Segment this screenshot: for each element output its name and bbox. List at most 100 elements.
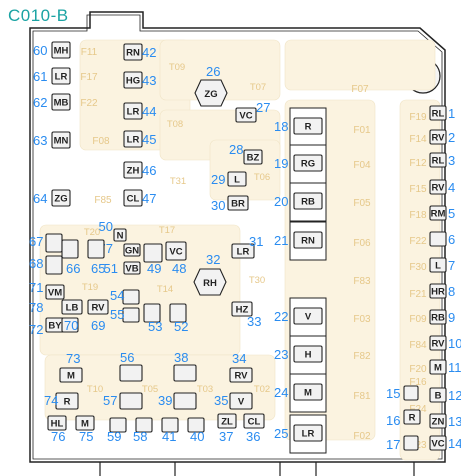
fuse-label-f05: F05 <box>353 198 371 209</box>
connector-74: R <box>55 392 79 410</box>
connector-code-9: RB <box>431 313 445 324</box>
connector-body-15 <box>403 385 419 401</box>
pin-number-8: 8 <box>448 284 455 299</box>
pin-number-74: 74 <box>44 393 58 408</box>
fuse-label-f17: F17 <box>80 72 98 83</box>
connector-66 <box>61 239 79 259</box>
relay-label-t03: T03 <box>197 384 213 395</box>
relay-label-t05: T05 <box>142 384 158 395</box>
connector-15 <box>403 385 419 401</box>
connector-75: M <box>75 415 95 431</box>
pin-number-22: 22 <box>274 309 288 324</box>
connector-29: L <box>227 171 247 187</box>
connector-code-24: M <box>304 388 312 399</box>
connector-1: RL <box>429 105 447 121</box>
connector-code-42: RN <box>126 48 140 59</box>
connector-code-18: R <box>305 122 312 133</box>
connector-3: RL <box>429 152 447 168</box>
connector-2: RV <box>429 129 447 145</box>
connector-code-4: RV <box>431 183 445 194</box>
fuse-label-f03: F03 <box>353 314 371 325</box>
pin-number-32: 32 <box>206 252 220 267</box>
connector-60: MH <box>51 41 71 59</box>
connector-body-67 <box>45 233 63 253</box>
connector-code-46: ZH <box>127 166 140 177</box>
connector-code-51: VB <box>125 264 138 275</box>
connector-code-10: RV <box>431 339 445 350</box>
pin-number-48: 48 <box>172 261 186 276</box>
fuse-label-f84: F84 <box>409 340 427 351</box>
fuse-label-f01: F01 <box>353 125 371 136</box>
relay-label-t08: T08 <box>167 119 183 130</box>
pin-number-14: 14 <box>448 436 461 451</box>
connector-62: MB <box>51 93 71 111</box>
connector-body-66 <box>61 239 79 259</box>
connector-28: BZ <box>243 149 263 165</box>
connector-68 <box>45 255 63 275</box>
pin-number-26: 26 <box>206 64 220 79</box>
connector-code-48: VC <box>169 247 182 258</box>
fuse-label-f12: F12 <box>409 158 427 169</box>
pin-number-68: 68 <box>29 256 43 271</box>
fuse-label-f06: F06 <box>353 238 371 249</box>
pin-number-44: 44 <box>142 104 156 119</box>
connector-code-61: LR <box>55 72 68 83</box>
pin-number-29: 29 <box>211 172 225 187</box>
connector-55 <box>122 307 140 323</box>
connector-63: MN <box>51 131 71 149</box>
fuse-label-f82: F82 <box>353 351 371 362</box>
relay-label-t06: T06 <box>254 172 270 183</box>
connector-45: LR <box>123 130 143 148</box>
fuse-label-f83: F83 <box>353 276 371 287</box>
connector-code-14: VC <box>431 439 444 450</box>
connector-code-11: M <box>434 363 442 374</box>
connector-36: CL <box>243 413 265 429</box>
connector-76: HL <box>47 415 67 431</box>
connector-72: BY <box>45 317 65 333</box>
connector-49 <box>143 243 163 263</box>
connector-code-44: LR <box>127 107 140 118</box>
fuse-box-diagram: C010-B T09 T07 T08 T31 T06 T20 T17 T30 T19 T14 T10… <box>0 0 461 476</box>
connector-34: RV <box>229 367 253 383</box>
pin-number-42: 42 <box>142 45 156 60</box>
relay-label-t30: T30 <box>249 275 265 286</box>
pin-number-19: 19 <box>274 156 288 171</box>
relay-label-t17: T17 <box>159 225 175 236</box>
connector-22: V <box>293 307 323 325</box>
pin-number-75: 75 <box>79 429 93 444</box>
fuse-label-f19: F19 <box>409 112 427 123</box>
connector-code-72: BY <box>48 321 62 332</box>
pin-number-3: 3 <box>448 153 455 168</box>
connector-code-5: RM <box>431 209 446 220</box>
connector-code-73: M <box>67 371 75 382</box>
connector-code-78: LB <box>66 303 79 314</box>
connector-51: VB <box>123 261 141 275</box>
connector-code-69: RV <box>91 303 105 314</box>
connector-body-57 <box>119 392 143 410</box>
fuse-box-board: T09T07T08T31 T06T20 T17T30T19 T14T10 T05 T03 T… <box>29 11 461 476</box>
connector-12: B <box>429 387 447 403</box>
connector-code-2: RV <box>431 133 445 144</box>
relay-label-t02: T02 <box>254 384 270 395</box>
connector-body-49 <box>143 243 163 263</box>
connector-code-28: BZ <box>247 153 260 164</box>
connector-body-55 <box>122 307 140 323</box>
connector-7: L <box>429 257 447 273</box>
connector-code-35: V <box>238 397 245 408</box>
connector-code-19: RG <box>301 159 315 170</box>
connector-code-22: V <box>305 312 312 323</box>
relay-code-32: RH <box>203 278 217 289</box>
relay-label-t07: T07 <box>250 82 266 93</box>
fuse-label-f07: F07 <box>351 84 369 95</box>
pin-number-63: 63 <box>33 133 47 148</box>
pin-number-71: 71 <box>29 280 43 295</box>
connector-38 <box>173 364 197 382</box>
connector-67 <box>45 233 63 253</box>
pin-number-13: 13 <box>448 414 461 429</box>
pin-number-20: 20 <box>274 194 288 209</box>
connector-14: VC <box>429 435 447 451</box>
pin-number-23: 23 <box>274 347 288 362</box>
fuse-label-f04: F04 <box>353 160 371 171</box>
pin-number-4: 4 <box>448 180 455 195</box>
connector-24: M <box>293 383 323 401</box>
